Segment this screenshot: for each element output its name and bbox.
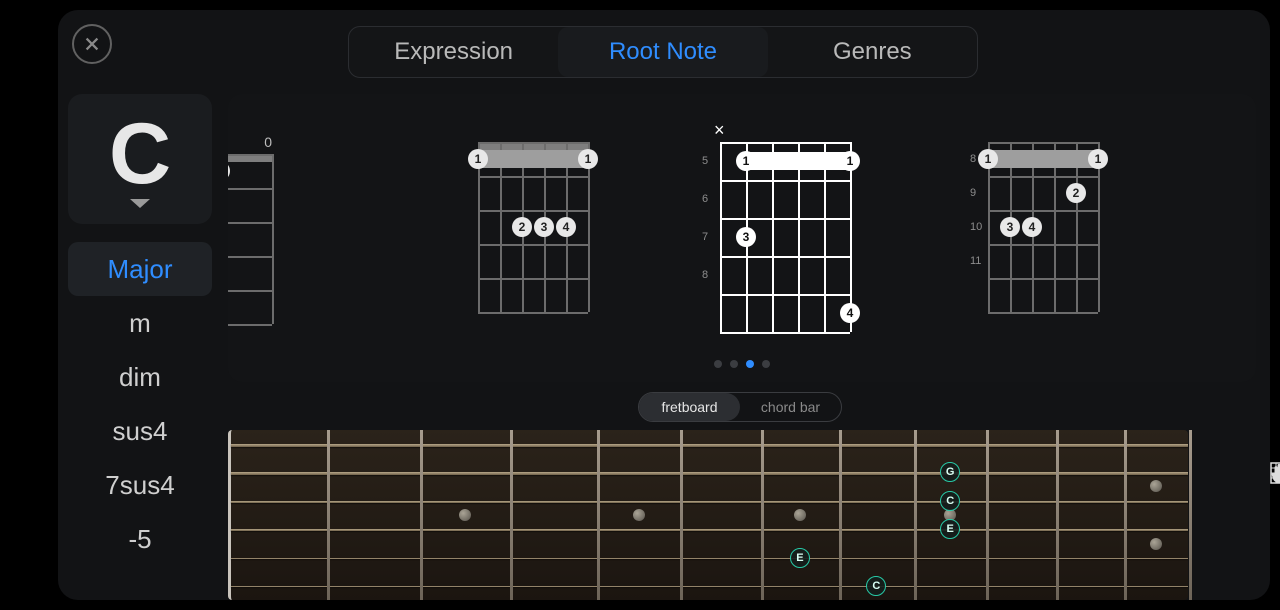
- root-note-letter: C: [109, 111, 171, 197]
- fretboard[interactable]: CEECG: [228, 430, 1188, 600]
- page-dot[interactable]: [746, 360, 754, 368]
- fret-number-label: 8: [702, 269, 708, 281]
- chevron-down-icon: [130, 199, 150, 208]
- chord-quality-list: Majormdimsus47sus4-5: [68, 242, 212, 566]
- fretboard-area: CEECG: [228, 430, 1188, 600]
- fretboard-note[interactable]: C: [866, 576, 886, 596]
- chord-shape[interactable]: ×56781134: [720, 142, 850, 332]
- fret-number-label: 6: [702, 193, 708, 205]
- tab-root-note[interactable]: Root Note: [558, 27, 767, 77]
- chord-shape[interactable]: 89101111234: [988, 142, 1098, 312]
- chord-shape-carousel[interactable]: 001 11234 ×56781134 89101111234: [228, 94, 1256, 382]
- mode-chord-bar[interactable]: chord bar: [740, 393, 841, 421]
- close-icon: [83, 35, 101, 53]
- tab-expression[interactable]: Expression: [349, 27, 558, 77]
- chord-shape[interactable]: 001: [228, 154, 272, 324]
- mode-fretboard[interactable]: fretboard: [639, 393, 740, 421]
- root-note-selector[interactable]: C: [68, 94, 212, 224]
- chord-quality-item[interactable]: sus4: [68, 404, 212, 458]
- chord-panel: Expression Root Note Genres C Majormdims…: [58, 10, 1270, 600]
- fretboard-note[interactable]: G: [940, 462, 960, 482]
- carousel-page-dots: [714, 360, 770, 368]
- chord-quality-item[interactable]: Major: [68, 242, 212, 296]
- chord-quality-item[interactable]: 7sus4: [68, 458, 212, 512]
- chord-quality-item[interactable]: -5: [68, 512, 212, 566]
- page-dot[interactable]: [730, 360, 738, 368]
- fretboard-note[interactable]: E: [940, 519, 960, 539]
- hand-icon: [1268, 460, 1280, 486]
- fret-number-label: 7: [702, 231, 708, 243]
- tab-genres[interactable]: Genres: [768, 27, 977, 77]
- fret-number-label: 8: [970, 153, 976, 165]
- top-tab-bar: Expression Root Note Genres: [348, 26, 978, 78]
- chord-quality-item[interactable]: m: [68, 296, 212, 350]
- page-dot[interactable]: [714, 360, 722, 368]
- muted-string-icon: ×: [714, 120, 725, 141]
- chord-quality-item[interactable]: dim: [68, 350, 212, 404]
- fretboard-note[interactable]: E: [790, 548, 810, 568]
- close-button[interactable]: [72, 24, 112, 64]
- hand-position-button[interactable]: [1266, 458, 1280, 488]
- fret-number-label: 10: [970, 221, 982, 233]
- fret-number-label: 9: [970, 187, 976, 199]
- fretboard-note[interactable]: C: [940, 491, 960, 511]
- page-dot[interactable]: [762, 360, 770, 368]
- display-mode-toggle: fretboard chord bar: [638, 392, 842, 422]
- chord-shape[interactable]: 11234: [478, 142, 588, 312]
- fret-number-label: 11: [970, 255, 981, 267]
- fret-number-label: 5: [702, 155, 708, 167]
